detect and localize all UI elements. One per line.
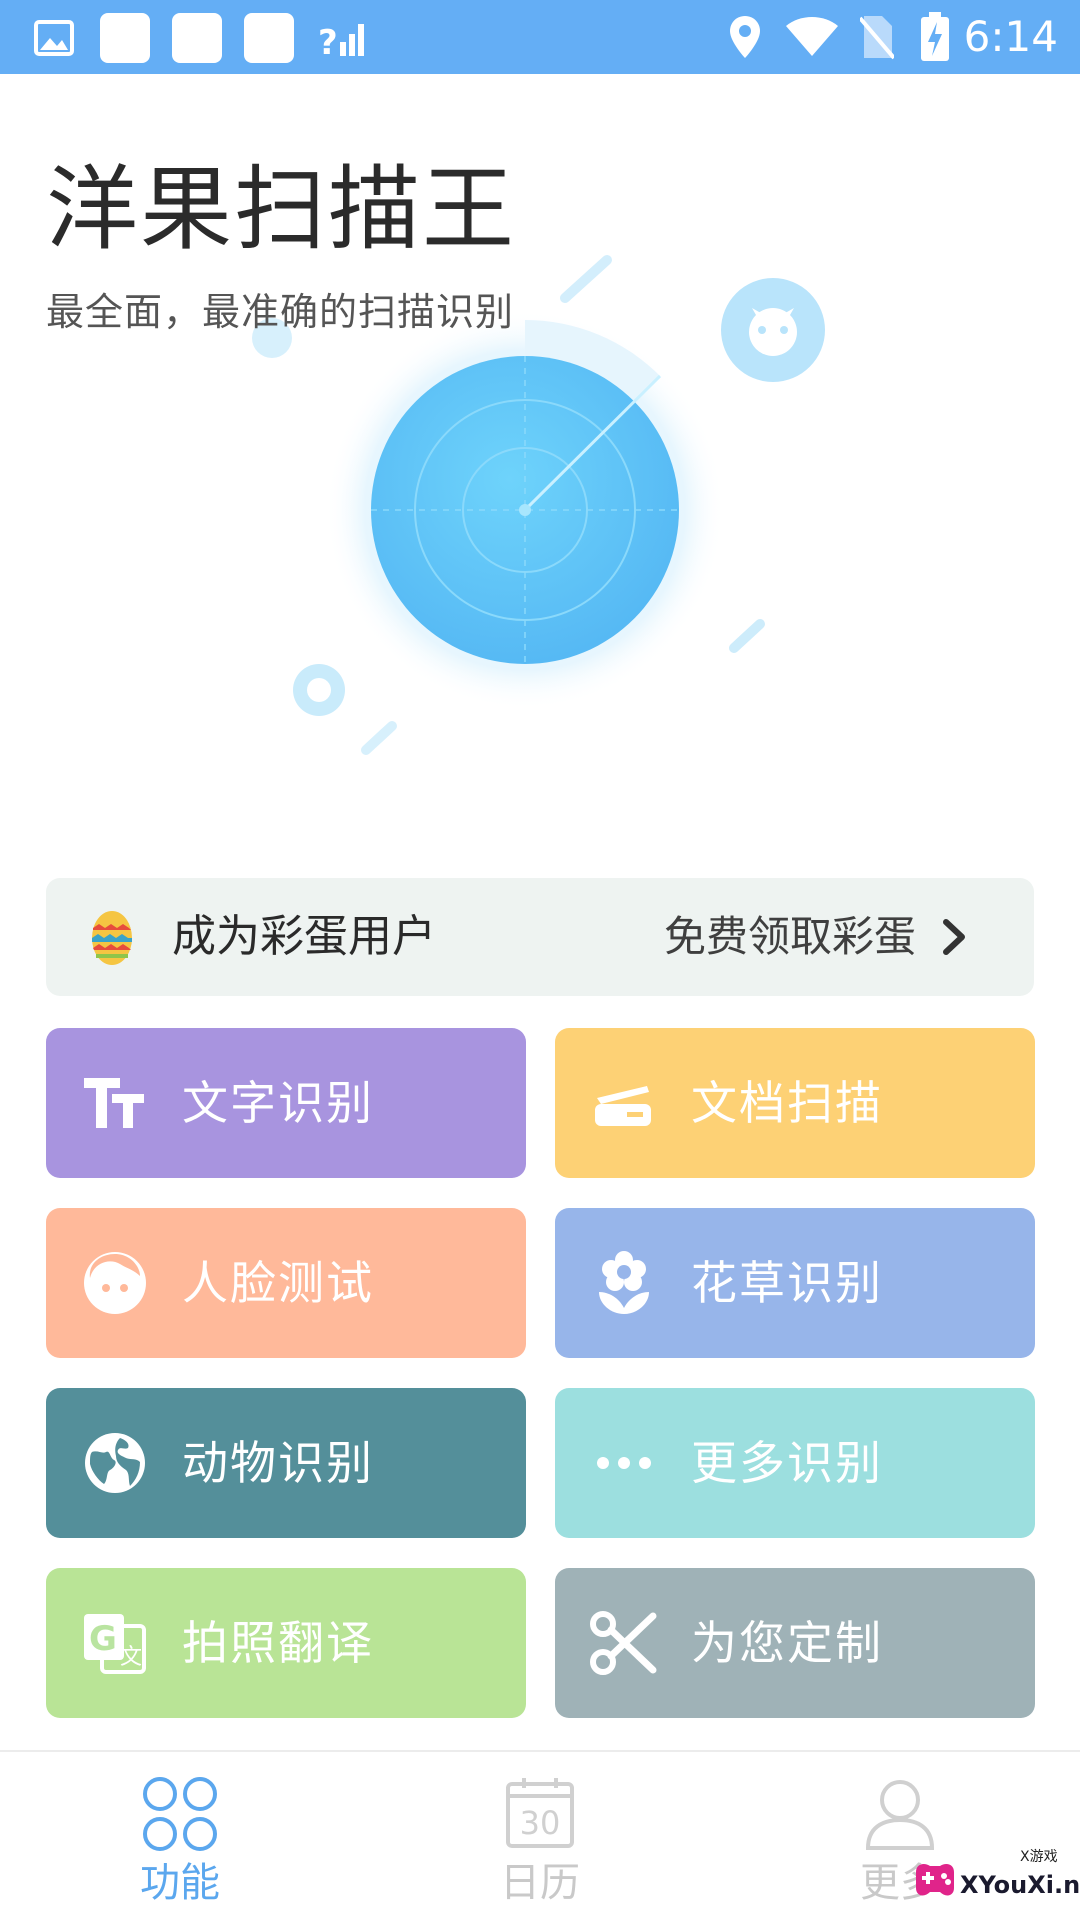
translate-icon: G 文	[84, 1614, 146, 1674]
profile-icon	[865, 1780, 935, 1850]
claim-egg-link[interactable]: 免费领取彩蛋	[664, 908, 916, 966]
tile-label: 拍照翻译	[182, 1616, 374, 1670]
nav-label: 日历	[500, 1860, 580, 1906]
tile-label: 文字识别	[182, 1076, 374, 1130]
signal-icon: ?	[318, 23, 364, 60]
battery-charging-icon	[921, 12, 949, 61]
flower-recognition-tile[interactable]: 花草识别	[555, 1208, 1035, 1358]
scissors-icon	[590, 1611, 657, 1675]
tile-label: 为您定制	[691, 1616, 883, 1670]
flower-icon	[599, 1251, 649, 1314]
location-icon	[730, 16, 760, 58]
more-recognition-tile[interactable]: 更多识别	[555, 1388, 1035, 1538]
nav-features[interactable]: 功能	[80, 1752, 280, 1920]
watermark: X游戏 XYouXi.net	[910, 1848, 1080, 1906]
face-icon	[84, 1252, 146, 1314]
face-test-tile[interactable]: 人脸测试	[46, 1208, 526, 1358]
svg-text:30: 30	[520, 1804, 561, 1842]
clock: 6:14	[963, 12, 1058, 61]
wifi-icon	[786, 17, 838, 56]
tile-label: 动物识别	[182, 1436, 374, 1490]
easter-egg-title: 成为彩蛋用户	[172, 911, 436, 962]
status-bar: ? 6:14	[0, 0, 1080, 74]
custom-tile[interactable]: 为您定制	[555, 1568, 1035, 1718]
chevron-right-icon	[943, 919, 965, 955]
grid-icon	[143, 1777, 217, 1851]
tile-label: 人脸测试	[182, 1256, 374, 1310]
svg-text:G: G	[89, 1619, 117, 1659]
no-sim-icon	[860, 16, 894, 60]
gallery-icon	[34, 20, 74, 56]
globe-icon	[85, 1433, 145, 1493]
app-subtitle: 最全面，最准确的扫描识别	[46, 290, 515, 334]
app-icon	[172, 13, 222, 63]
calendar-icon: 30	[506, 1778, 574, 1848]
watermark-small-text: X游戏	[1020, 1849, 1058, 1865]
tile-label: 更多识别	[691, 1436, 883, 1490]
photo-translate-tile[interactable]: G 文 拍照翻译	[46, 1568, 526, 1718]
app-icon	[244, 13, 294, 63]
svg-text:?: ?	[318, 23, 338, 60]
watermark-text: XYouXi.net	[960, 1871, 1080, 1899]
nav-calendar[interactable]: 30 日历	[440, 1752, 640, 1920]
app-icon	[100, 13, 150, 63]
more-dots-icon	[597, 1457, 651, 1469]
tile-label: 文档扫描	[691, 1076, 883, 1130]
tile-label: 花草识别	[691, 1256, 883, 1310]
text-recognition-tile[interactable]: 文字识别	[46, 1028, 526, 1178]
text-recognition-icon	[84, 1078, 144, 1128]
svg-text:文: 文	[120, 1645, 142, 1670]
document-scan-icon	[595, 1086, 651, 1126]
easter-egg-banner[interactable]: 成为彩蛋用户 免费领取彩蛋	[46, 878, 1034, 996]
easter-egg-icon	[92, 911, 132, 965]
document-scan-tile[interactable]: 文档扫描	[555, 1028, 1035, 1178]
animal-recognition-tile[interactable]: 动物识别	[46, 1388, 526, 1538]
nav-label: 功能	[140, 1860, 220, 1906]
gamepad-logo-icon	[916, 1864, 954, 1896]
